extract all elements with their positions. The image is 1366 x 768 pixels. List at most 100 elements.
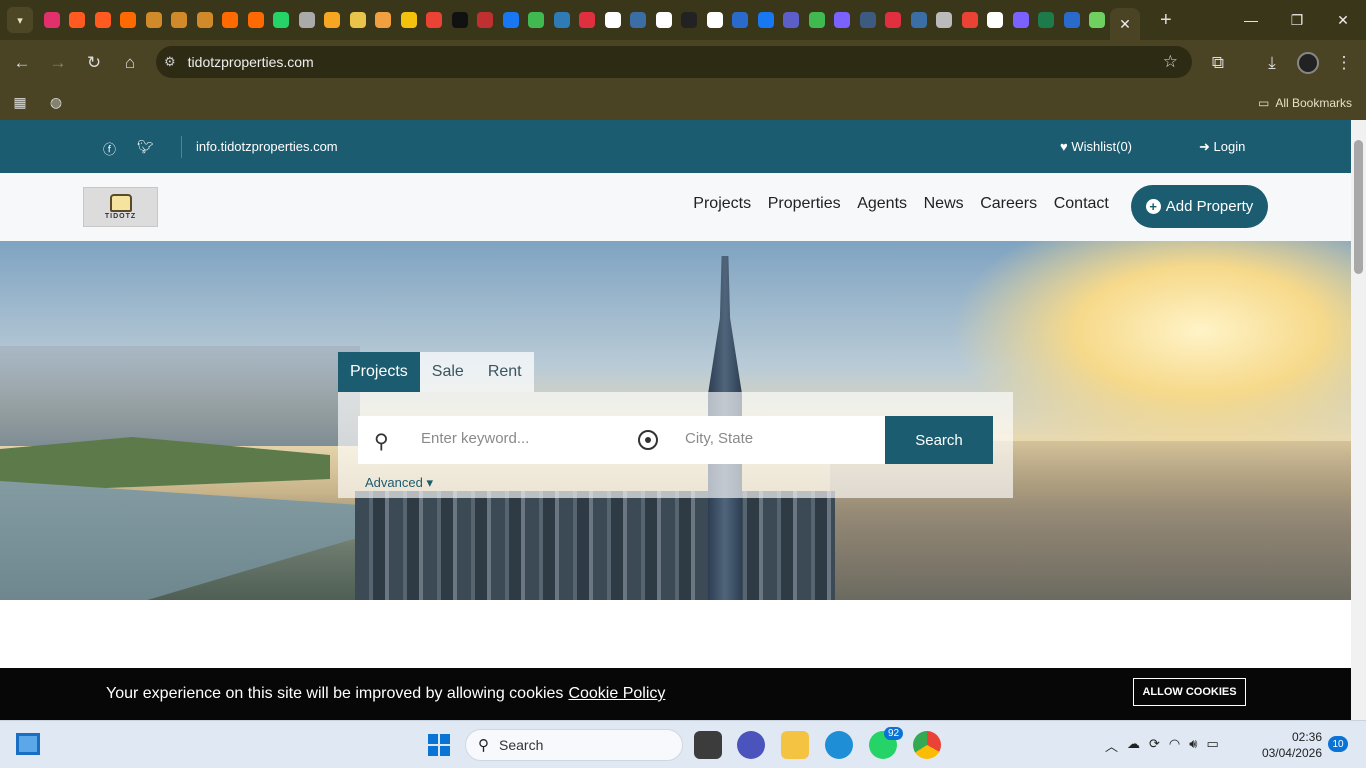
taskbar-search[interactable]: ⚲ Search (465, 729, 683, 761)
search-button[interactable]: Search (885, 416, 993, 464)
add-property-button[interactable]: + Add Property (1131, 185, 1268, 228)
keyword-input[interactable] (421, 430, 621, 447)
extensions-icon[interactable]: ⧉ (1200, 45, 1236, 81)
wifi-icon[interactable]: ◠ (1169, 736, 1180, 755)
tab-rent[interactable]: Rent (475, 352, 534, 392)
nav-projects[interactable]: Projects (685, 195, 759, 213)
scrollbar-thumb[interactable] (1354, 140, 1363, 274)
pinned-tab-37[interactable] (957, 0, 983, 40)
login-link[interactable]: ➜ Login (1199, 139, 1245, 155)
tab-search-dropdown[interactable]: ▾ (7, 7, 33, 33)
site-logo[interactable]: TIDOTZ (83, 187, 158, 227)
address-bar[interactable]: ⚙ tidotzproperties.com ☆ (156, 46, 1192, 78)
pinned-tab-24[interactable] (626, 0, 652, 40)
site-info-icon[interactable]: ⚙ (164, 54, 176, 70)
forward-button[interactable]: → (40, 45, 76, 81)
pinned-tab-2[interactable] (65, 0, 91, 40)
pinned-tab-12[interactable] (320, 0, 346, 40)
facebook-icon[interactable]: ⓕ (103, 139, 116, 158)
wishlist-link[interactable]: ♥ Wishlist(0) (1060, 139, 1132, 154)
pinned-tab-21[interactable] (549, 0, 575, 40)
pinned-tab-9[interactable] (243, 0, 269, 40)
address-url[interactable]: tidotzproperties.com (188, 54, 314, 70)
pinned-tab-4[interactable] (116, 0, 142, 40)
pinned-tab-40[interactable] (1034, 0, 1060, 40)
pinned-tab-42[interactable] (1085, 0, 1111, 40)
pinned-tab-38[interactable] (983, 0, 1009, 40)
pinned-tab-1[interactable] (39, 0, 65, 40)
apps-grid-icon[interactable]: ▦ (2, 85, 38, 121)
city-state-input[interactable] (685, 430, 875, 447)
chat-app-icon[interactable] (737, 731, 765, 759)
globe-icon[interactable]: ◍ (38, 85, 74, 121)
pinned-tab-25[interactable] (651, 0, 677, 40)
reload-button[interactable]: ↻ (76, 45, 112, 81)
widgets-icon[interactable] (16, 733, 40, 755)
pinned-tab-29[interactable] (753, 0, 779, 40)
pinned-tab-22[interactable] (575, 0, 601, 40)
pinned-tab-13[interactable] (345, 0, 371, 40)
pinned-tab-34[interactable] (881, 0, 907, 40)
pinned-tab-11[interactable] (294, 0, 320, 40)
cookie-policy-link[interactable]: Cookie Policy (568, 685, 665, 702)
clock[interactable]: 02:36 03/04/2026 (1258, 729, 1322, 761)
pinned-tab-17[interactable] (447, 0, 473, 40)
tab-projects[interactable]: Projects (338, 352, 420, 392)
edge-icon[interactable] (825, 731, 853, 759)
pinned-tab-10[interactable] (269, 0, 295, 40)
nav-agents[interactable]: Agents (849, 195, 915, 213)
back-button[interactable]: ← (4, 45, 40, 81)
pinned-tab-36[interactable] (932, 0, 958, 40)
battery-icon[interactable]: ▭ (1206, 736, 1218, 755)
nav-contact[interactable]: Contact (1045, 195, 1117, 213)
minimize-button[interactable]: — (1228, 0, 1274, 40)
twitter-icon[interactable]: 🐦︎ (137, 139, 154, 155)
start-button[interactable] (428, 734, 450, 756)
task-view-icon[interactable] (694, 731, 722, 759)
pinned-tab-16[interactable] (422, 0, 448, 40)
pinned-tab-28[interactable] (728, 0, 754, 40)
pinned-tab-3[interactable] (90, 0, 116, 40)
bookmark-star-icon[interactable]: ☆ (1163, 52, 1178, 72)
active-tab-close-button[interactable]: ✕ (1110, 8, 1140, 40)
pinned-tab-33[interactable] (855, 0, 881, 40)
pinned-tab-30[interactable] (779, 0, 805, 40)
pinned-tab-5[interactable] (141, 0, 167, 40)
pinned-tab-41[interactable] (1059, 0, 1085, 40)
profile-avatar[interactable] (1290, 45, 1326, 81)
nav-careers[interactable]: Careers (972, 195, 1046, 213)
pinned-tab-7[interactable] (192, 0, 218, 40)
pinned-tab-27[interactable] (702, 0, 728, 40)
close-window-button[interactable]: ✕ (1320, 0, 1366, 40)
pinned-tab-8[interactable] (218, 0, 244, 40)
file-explorer-icon[interactable] (781, 731, 809, 759)
pinned-tab-26[interactable] (677, 0, 703, 40)
advanced-toggle[interactable]: Advanced ▾ (365, 475, 433, 491)
sync-icon[interactable]: ⟳ (1149, 736, 1160, 755)
menu-icon[interactable]: ⋮ (1326, 45, 1362, 81)
chrome-icon[interactable] (913, 731, 941, 759)
pinned-tab-31[interactable] (804, 0, 830, 40)
pinned-tab-15[interactable] (396, 0, 422, 40)
allow-cookies-button[interactable]: ALLOW COOKIES (1133, 678, 1246, 706)
chevron-up-icon[interactable]: ︿ (1105, 736, 1118, 755)
page-scrollbar[interactable] (1351, 120, 1366, 720)
maximize-button[interactable]: ❐ (1274, 0, 1320, 40)
pinned-tab-18[interactable] (473, 0, 499, 40)
close-icon[interactable]: ✕ (1119, 16, 1131, 33)
pinned-tab-20[interactable] (524, 0, 550, 40)
location-icon[interactable] (638, 430, 658, 450)
notification-badge[interactable]: 10 (1328, 736, 1348, 752)
pinned-tab-14[interactable] (371, 0, 397, 40)
pinned-tab-35[interactable] (906, 0, 932, 40)
pinned-tab-23[interactable] (600, 0, 626, 40)
pinned-tab-19[interactable] (498, 0, 524, 40)
download-icon[interactable]: ⤓ (1254, 45, 1290, 81)
tab-sale[interactable]: Sale (419, 352, 476, 392)
new-tab-button[interactable]: + (1160, 9, 1172, 32)
onedrive-icon[interactable]: ☁ (1127, 736, 1140, 755)
nav-news[interactable]: News (915, 195, 972, 213)
volume-icon[interactable]: 🔊︎ (1189, 736, 1197, 755)
pinned-tab-32[interactable] (830, 0, 856, 40)
home-button[interactable]: ⌂ (112, 45, 148, 81)
